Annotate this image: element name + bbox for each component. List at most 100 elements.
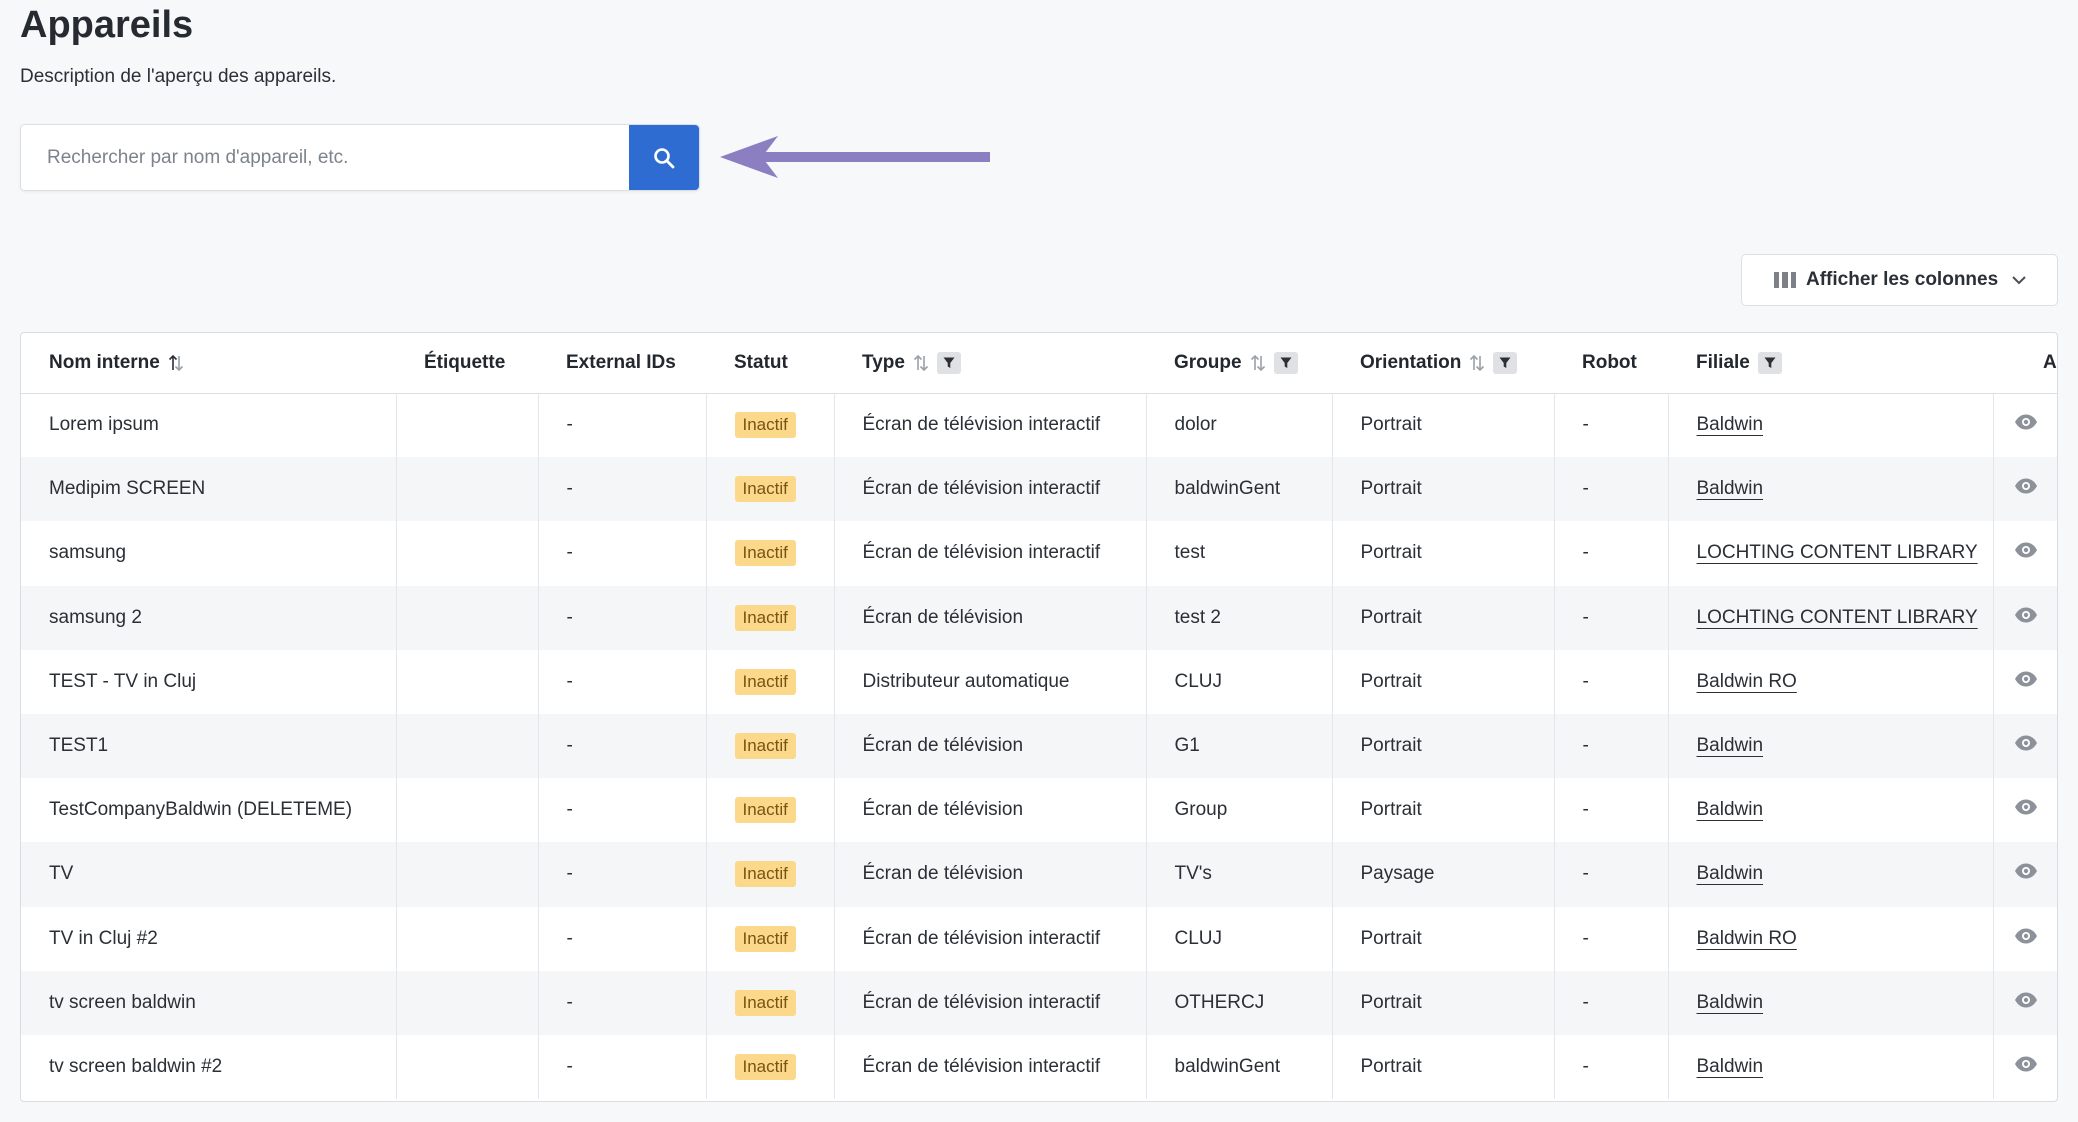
branch-link[interactable]: Baldwin RO	[1697, 928, 1797, 949]
cell-type: Écran de télévision interactif	[834, 393, 1147, 458]
column-header-external-ids: External IDs	[538, 333, 706, 394]
view-eye-icon[interactable]	[2014, 414, 2038, 435]
cell-branch: Baldwin	[1668, 393, 1994, 458]
view-eye-icon[interactable]	[2014, 799, 2038, 820]
chevron-down-icon	[2012, 276, 2026, 285]
show-columns-label: Afficher les colonnes	[1806, 269, 1999, 290]
cell-group: test	[1146, 521, 1333, 586]
branch-link[interactable]: Baldwin	[1697, 992, 1764, 1013]
cell-name: TV	[21, 842, 397, 907]
sort-icon[interactable]	[1250, 353, 1266, 373]
column-header-orientation[interactable]: Orientation	[1332, 333, 1554, 394]
cell-type: Écran de télévision interactif	[834, 521, 1147, 586]
cell-external-ids: -	[538, 713, 707, 779]
table-row[interactable]: samsung 2- Inactif Écran de télévision test…	[21, 585, 2057, 650]
cell-status: Inactif	[706, 393, 835, 458]
table-row[interactable]: tv screen baldwin #2- Inactif Écran de tél…	[21, 1034, 2057, 1100]
column-header-branch[interactable]: Filiale	[1668, 333, 1993, 394]
column-header-name[interactable]: Nom interne	[21, 333, 396, 394]
filter-icon[interactable]	[1757, 351, 1782, 374]
table-row[interactable]: TEST - TV in Cluj - Inactif Distributeur au…	[21, 649, 2057, 714]
cell-actions	[1993, 521, 2057, 586]
cell-name: TV in Cluj #2	[21, 906, 397, 971]
status-badge: Inactif	[734, 797, 796, 824]
devices-table-card: Nom interne Étiquette External IDs Statu…	[20, 332, 2058, 1102]
status-badge: Inactif	[734, 604, 796, 631]
filter-icon[interactable]	[936, 351, 961, 374]
column-header-status: Statut	[706, 333, 834, 394]
sort-icon[interactable]	[1469, 353, 1485, 373]
cell-status: Inactif	[706, 585, 835, 650]
table-row[interactable]: Lorem ipsum - Inactif Écran de télévision i…	[21, 393, 2057, 458]
cell-status: Inactif	[706, 521, 835, 586]
cell-orientation: Portrait	[1332, 1034, 1555, 1100]
cell-name: Medipim SCREEN	[21, 457, 397, 522]
view-eye-icon[interactable]	[2014, 992, 2038, 1013]
cell-branch: LOCHTING CONTENT LIBRARY	[1668, 521, 1994, 586]
table-row[interactable]: TV in Cluj #2- Inactif Écran de télévision…	[21, 906, 2057, 971]
cell-name: Lorem ipsum	[21, 393, 397, 458]
branch-link[interactable]: Baldwin	[1697, 799, 1764, 820]
branch-link[interactable]: Baldwin	[1697, 1056, 1764, 1077]
filter-icon[interactable]	[1273, 351, 1298, 374]
table-row[interactable]: TestCompanyBaldwin (DELETEME) - Inactif Écr…	[21, 778, 2057, 843]
status-badge: Inactif	[734, 861, 796, 888]
cell-external-ids: -	[538, 778, 707, 843]
cell-actions	[1993, 842, 2057, 907]
status-badge: Inactif	[734, 989, 796, 1016]
cell-orientation: Portrait	[1332, 906, 1555, 971]
status-badge: Inactif	[734, 733, 796, 760]
cell-name: TEST - TV in Cluj	[21, 649, 397, 714]
cell-robot: -	[1554, 1034, 1669, 1100]
cell-type: Écran de télévision interactif	[834, 970, 1147, 1035]
table-row[interactable]: Medipim SCREEN - Inactif Écran de télévisio…	[21, 457, 2057, 522]
cell-name: tv screen baldwin	[21, 970, 397, 1035]
view-eye-icon[interactable]	[2014, 671, 2038, 692]
cell-group: OTHERCJ	[1146, 970, 1333, 1035]
column-header-actions: A	[1993, 333, 2057, 394]
view-eye-icon[interactable]	[2014, 478, 2038, 499]
status-badge: Inactif	[734, 668, 796, 695]
cell-external-ids: -	[538, 457, 707, 522]
cell-branch: Baldwin	[1668, 457, 1994, 522]
view-eye-icon[interactable]	[2014, 863, 2038, 884]
column-header-group[interactable]: Groupe	[1146, 333, 1332, 394]
branch-link[interactable]: Baldwin	[1697, 478, 1764, 499]
search-button[interactable]	[629, 125, 699, 190]
table-row[interactable]: tv screen baldwin - Inactif Écran de télévi…	[21, 970, 2057, 1035]
cell-external-ids: -	[538, 521, 707, 586]
show-columns-button[interactable]: Afficher les colonnes	[1741, 254, 2058, 306]
table-row[interactable]: samsung - Inactif Écran de télévision inter…	[21, 521, 2057, 586]
cell-group: dolor	[1146, 393, 1333, 458]
view-eye-icon[interactable]	[2014, 735, 2038, 756]
cell-status: Inactif	[706, 778, 835, 843]
filter-icon[interactable]	[1493, 351, 1518, 374]
column-header-type[interactable]: Type	[834, 333, 1146, 394]
table-row[interactable]: TEST1- Inactif Écran de télévision G1 Portra…	[21, 713, 2057, 779]
cell-orientation: Portrait	[1332, 778, 1555, 843]
cell-robot: -	[1554, 842, 1669, 907]
cell-type: Écran de télévision	[834, 585, 1147, 650]
search-bar	[20, 124, 700, 191]
branch-link[interactable]: Baldwin	[1697, 414, 1764, 435]
branch-link[interactable]: Baldwin RO	[1697, 671, 1797, 692]
branch-link[interactable]: Baldwin	[1697, 863, 1764, 884]
sort-icon[interactable]	[168, 353, 184, 373]
sort-icon[interactable]	[913, 353, 929, 373]
cell-label	[396, 842, 539, 907]
view-eye-icon[interactable]	[2014, 1056, 2038, 1077]
branch-link[interactable]: LOCHTING CONTENT LIBRARY	[1697, 542, 1978, 563]
view-eye-icon[interactable]	[2014, 542, 2038, 563]
cell-status: Inactif	[706, 649, 835, 714]
branch-link[interactable]: Baldwin	[1697, 735, 1764, 756]
table-row[interactable]: TV - Inactif Écran de télévision TV's Paysage…	[21, 842, 2057, 907]
search-input[interactable]	[21, 125, 629, 190]
cell-label	[396, 713, 539, 779]
cell-status: Inactif	[706, 713, 835, 779]
cell-external-ids: -	[538, 585, 707, 650]
view-eye-icon[interactable]	[2014, 607, 2038, 628]
branch-link[interactable]: LOCHTING CONTENT LIBRARY	[1697, 607, 1978, 628]
cell-actions	[1993, 778, 2057, 843]
search-icon	[654, 147, 675, 168]
view-eye-icon[interactable]	[2014, 928, 2038, 949]
